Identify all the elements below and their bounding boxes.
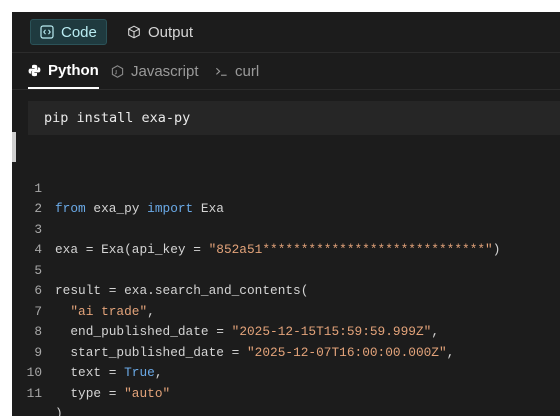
- string-token: "auto": [124, 385, 171, 401]
- terminal-icon: [215, 65, 228, 78]
- tab-python[interactable]: Python: [28, 53, 99, 89]
- code-line: 10 type = "auto": [12, 343, 560, 401]
- code-line: 1 from exa_py import Exa: [12, 158, 560, 217]
- language-tabs-bar: Python Javascript curl: [12, 53, 560, 90]
- install-command-box[interactable]: pip install exa-py: [28, 101, 560, 135]
- install-command-text: pip install exa-py: [44, 110, 191, 126]
- code-line: 4: [12, 220, 560, 257]
- tab-javascript[interactable]: Javascript: [111, 53, 199, 89]
- tab-output[interactable]: Output: [118, 19, 202, 45]
- code-line: 9 text = True,: [12, 322, 560, 381]
- tab-code[interactable]: Code: [30, 19, 107, 45]
- code-line: 8 start_published_date = "2025-12-07T16:…: [12, 302, 560, 360]
- cube-icon: [127, 25, 141, 39]
- code-brackets-icon: [40, 25, 54, 39]
- code-snippet-panel: Code Output Python Javascript curl pip i…: [12, 12, 560, 416]
- tab-curl-label: curl: [235, 62, 260, 80]
- tab-output-label: Output: [148, 23, 194, 41]
- code-line: 7 end_published_date = "2025-12-15T15:59…: [12, 281, 560, 340]
- code-text: type =: [55, 385, 125, 401]
- code-line: 2: [12, 179, 560, 216]
- code-text: ): [55, 406, 63, 416]
- code-line: 11 ): [12, 363, 560, 416]
- tab-curl[interactable]: curl: [215, 53, 259, 89]
- tab-python-label: Python: [48, 61, 99, 79]
- python-icon: [28, 64, 41, 77]
- line-number: 11: [26, 385, 42, 401]
- code-block: 1 from exa_py import Exa 2 3 exa = Exa(a…: [12, 158, 560, 416]
- tab-javascript-label: Javascript: [131, 62, 199, 80]
- tab-code-label: Code: [61, 23, 97, 41]
- javascript-icon: [111, 64, 124, 78]
- code-line: 6 "ai trade",: [12, 261, 560, 319]
- code-line: 5 result = exa.search_and_contents(: [12, 240, 560, 299]
- code-line: 3 exa = Exa(api_key = "852a51***********…: [12, 199, 560, 258]
- view-tabs-bar: Code Output: [12, 12, 560, 53]
